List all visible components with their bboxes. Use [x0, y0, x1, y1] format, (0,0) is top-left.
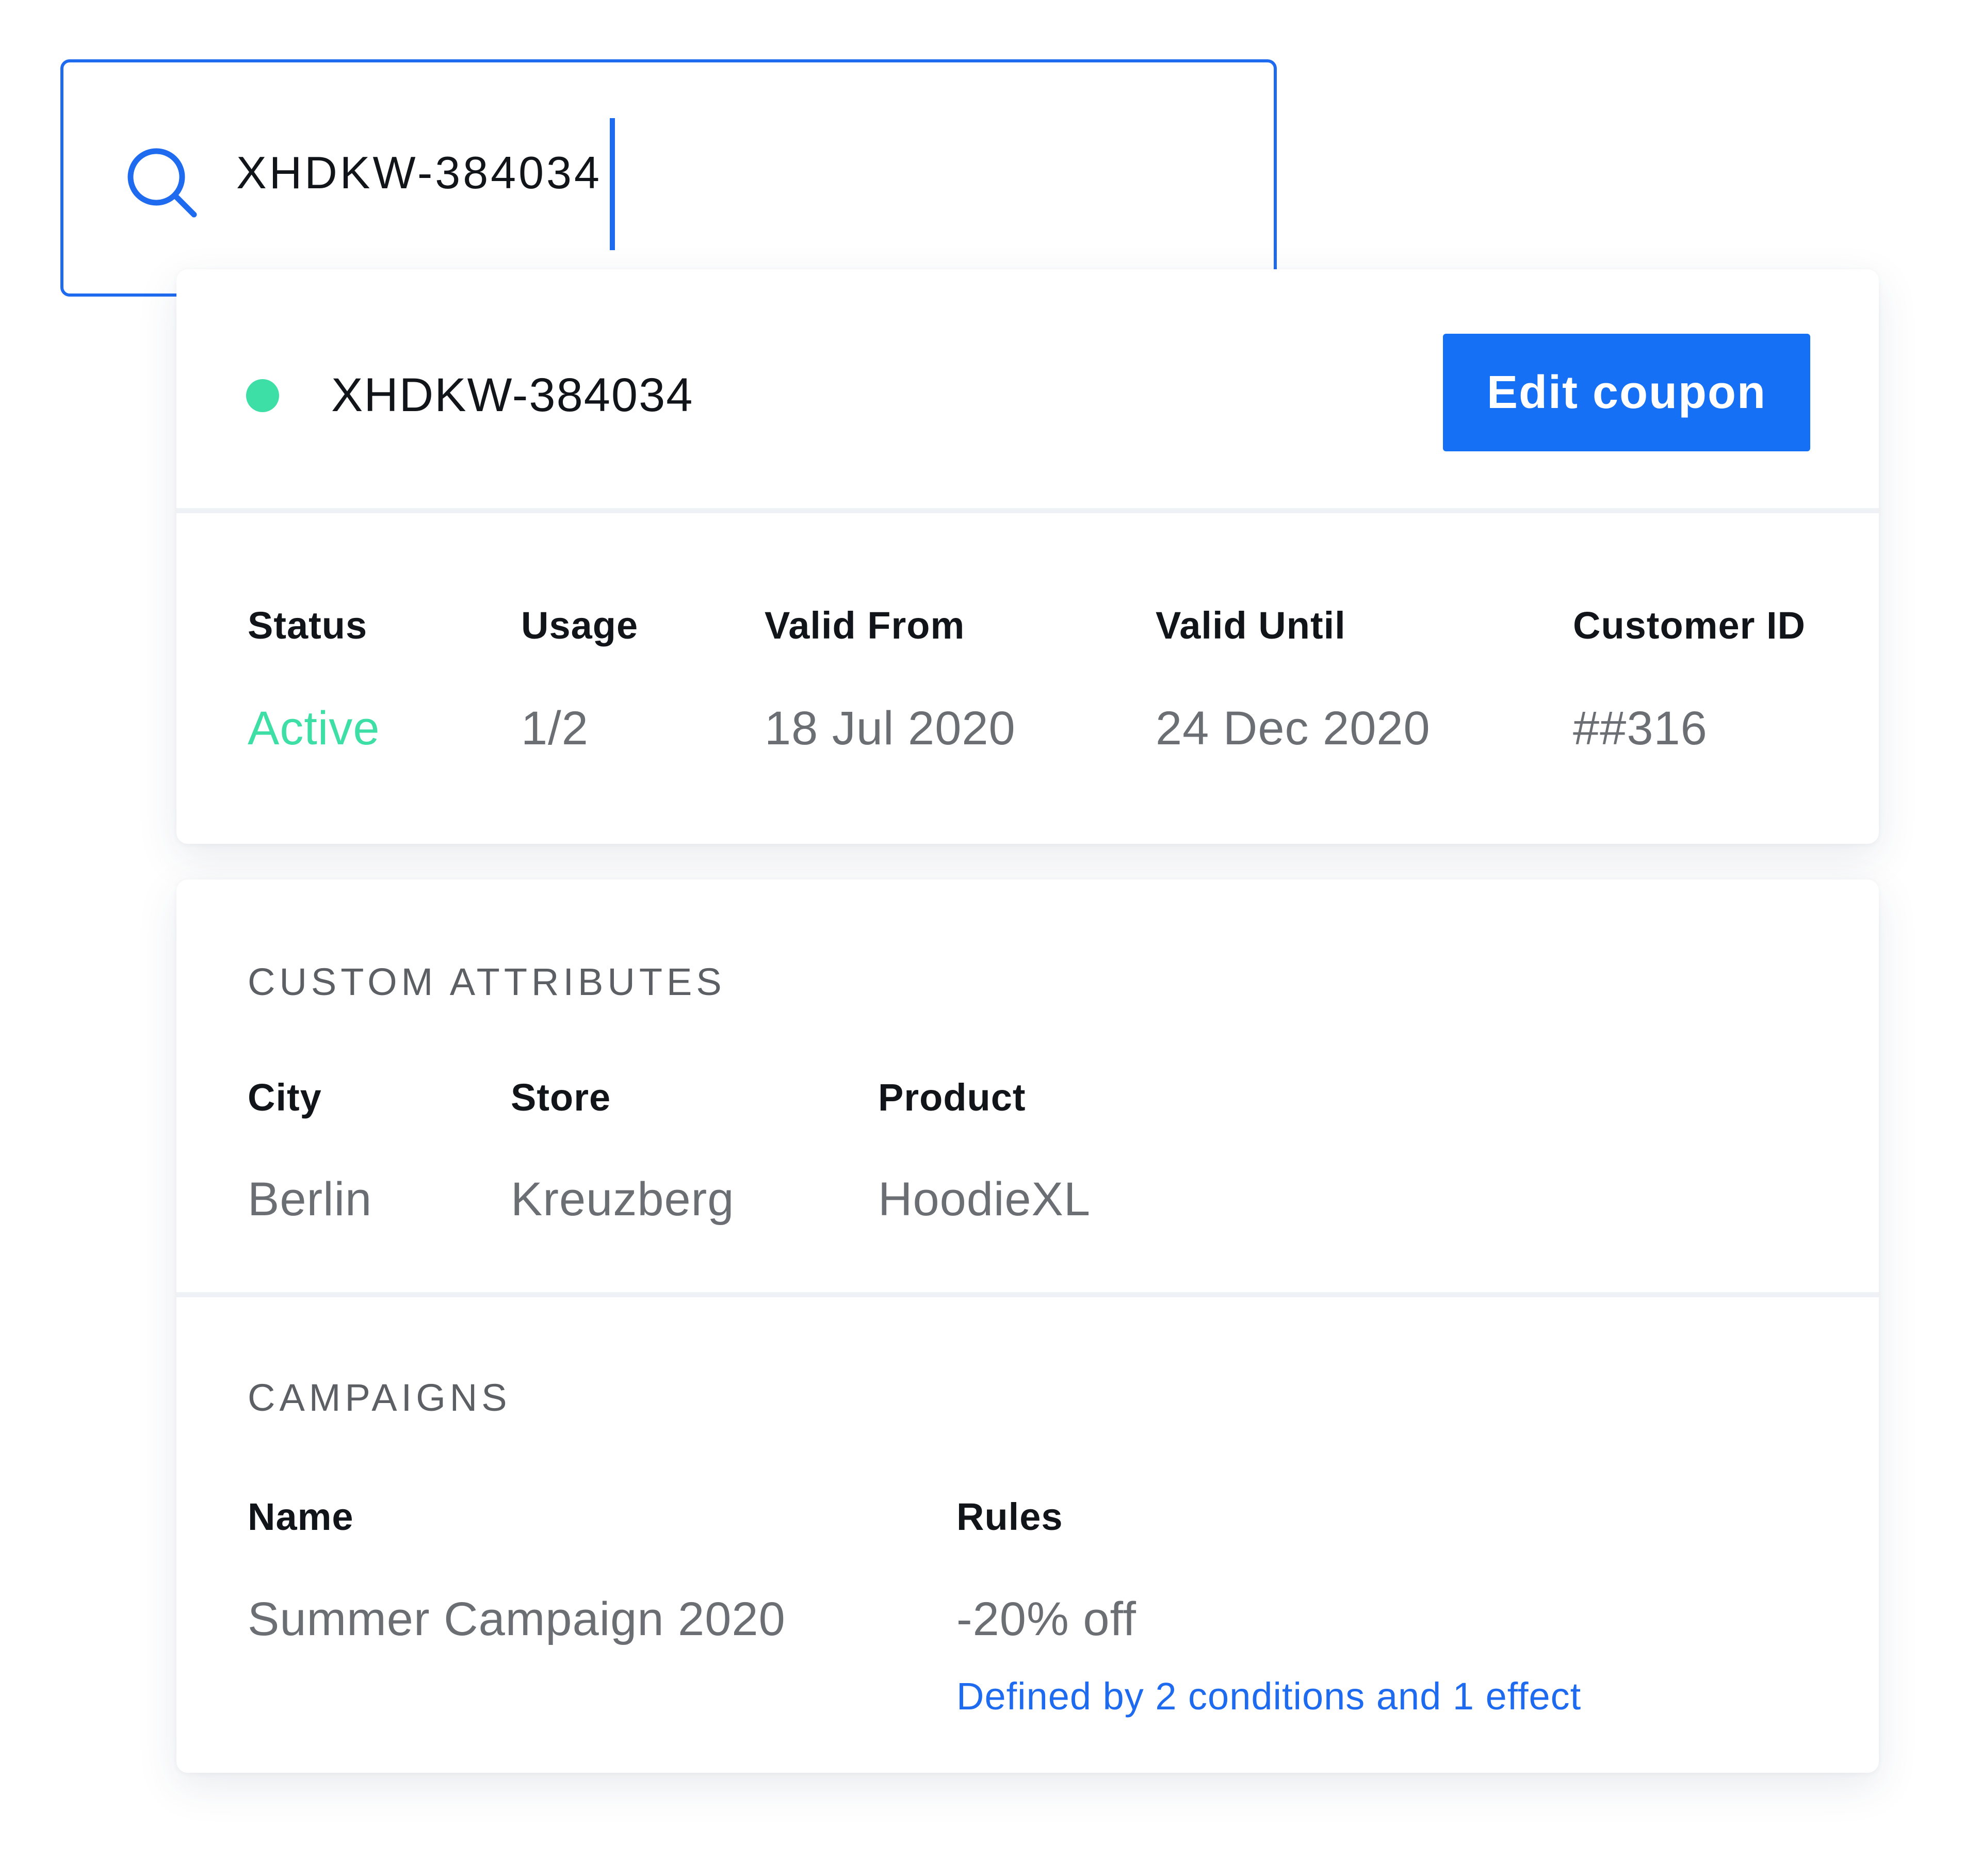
store-value: Kreuzberg: [511, 1173, 735, 1226]
status-value: Active: [248, 702, 380, 755]
campaign-name-label: Name: [248, 1495, 354, 1538]
campaign-name-value: Summer Campaign 2020: [248, 1593, 786, 1645]
coupon-search-box[interactable]: XHDKW-384034: [60, 59, 1277, 297]
valid-from-label: Valid From: [765, 604, 965, 647]
search-icon: [127, 148, 197, 218]
coupon-details-card: CUSTOM ATTRIBUTES City Berlin Store Kreu…: [176, 879, 1879, 1773]
valid-until-label: Valid Until: [1156, 604, 1346, 647]
campaign-rules-value: -20% off: [956, 1593, 1136, 1645]
coupon-summary-card: XHDKW-384034 Edit coupon Status Active U…: [176, 269, 1879, 844]
rules-detail-link[interactable]: Defined by 2 conditions and 1 effect: [956, 1677, 1581, 1716]
valid-from-value: 18 Jul 2020: [765, 702, 1016, 755]
status-label: Status: [248, 604, 368, 647]
coupon-code-title: XHDKW-384034: [331, 369, 694, 421]
city-value: Berlin: [248, 1173, 372, 1226]
usage-label: Usage: [521, 604, 639, 647]
product-label: Product: [878, 1076, 1026, 1119]
status-indicator-dot: [246, 379, 279, 412]
campaign-rules-label: Rules: [956, 1495, 1063, 1538]
text-caret: [610, 118, 615, 250]
product-value: HoodieXL: [878, 1173, 1091, 1226]
custom-attributes-title: CUSTOM ATTRIBUTES: [248, 960, 726, 1003]
header-divider: [176, 508, 1879, 513]
customer-id-value: ##316: [1573, 702, 1708, 755]
campaigns-title: CAMPAIGNS: [248, 1376, 511, 1419]
search-input[interactable]: XHDKW-384034: [236, 150, 602, 195]
edit-coupon-button[interactable]: Edit coupon: [1443, 334, 1810, 451]
valid-until-value: 24 Dec 2020: [1156, 702, 1431, 755]
customer-id-label: Customer ID: [1573, 604, 1806, 647]
section-divider: [176, 1292, 1879, 1297]
store-label: Store: [511, 1076, 611, 1119]
city-label: City: [248, 1076, 322, 1119]
usage-value: 1/2: [521, 702, 589, 755]
